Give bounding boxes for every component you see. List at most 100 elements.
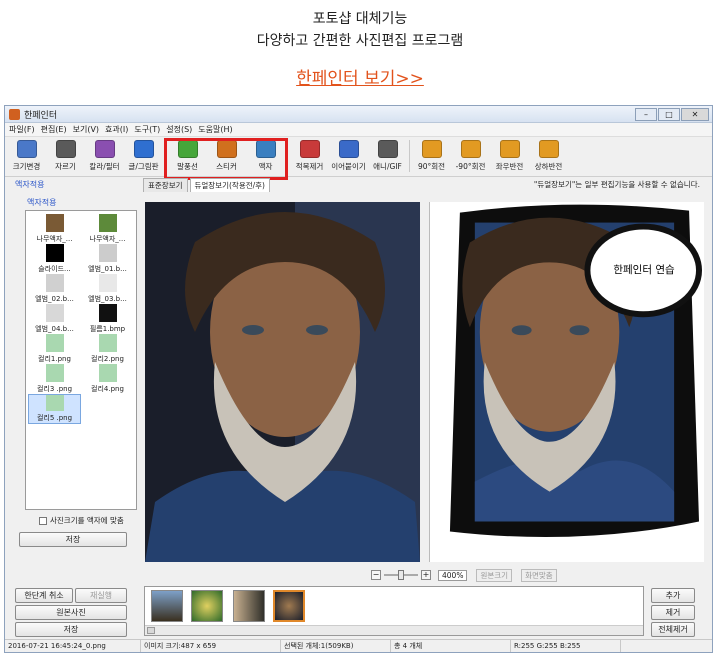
palette-icon <box>94 140 115 158</box>
window-title: 한페인터 <box>24 110 58 121</box>
menu-tools[interactable]: 도구(T) <box>134 123 160 136</box>
frame-thumbnail-icon <box>98 214 117 232</box>
zoom-slider[interactable] <box>384 570 418 580</box>
stitch-tool[interactable]: 이어붙이기 <box>329 140 368 176</box>
frame-thumbnail-icon <box>98 364 117 382</box>
zoom-out-button[interactable]: − <box>371 570 381 580</box>
frame-list-label: 엘범_02.b... <box>35 295 74 303</box>
before-image[interactable] <box>145 202 420 562</box>
frame-list-item[interactable]: 필름1.bmp <box>81 304 134 334</box>
frame-list-label: 슬라이드... <box>38 265 71 273</box>
frame-list-item[interactable]: 컬리5 .png <box>28 394 81 424</box>
status-selected: 선택된 개체:1(509KB) <box>281 640 391 652</box>
thumbnail-4[interactable] <box>273 590 305 622</box>
frame-list-item[interactable]: 컬리1.png <box>28 334 81 364</box>
frame-list-item[interactable]: 컬리4.png <box>81 364 134 394</box>
frame-thumbnail-icon <box>45 395 64 411</box>
promo-line-2: 다양하고 간편한 사진편집 프로그램 <box>256 33 464 49</box>
rotate-cw-tool[interactable]: 90°회전 <box>412 140 451 176</box>
menu-settings[interactable]: 설정(S) <box>166 123 192 136</box>
frame-list[interactable]: 나무액자_... 나무액자_... 슬라이드... 엘범_01.b... 엘범_02.b… <box>25 210 137 510</box>
tab-standard-view[interactable]: 표준장보기 <box>143 178 188 192</box>
frame-list-item[interactable]: 컬리3 .png <box>28 364 81 394</box>
frame-list-item[interactable]: 엘범_02.b... <box>28 274 81 304</box>
status-bar: 2016-07-21 16:45:24_0.png 이미지 크기:487 x 6… <box>5 639 712 652</box>
app-window: 한페인터 – □ ✕ 파일(F) 편집(E) 보기(V) 효과(I) 도구(T)… <box>4 105 713 653</box>
original-size-button[interactable]: 원본크기 <box>476 568 513 582</box>
undo-button[interactable]: 한단계 취소 <box>15 588 73 603</box>
tab-dual-view[interactable]: 듀얼장보기(작용전/후) <box>189 178 270 192</box>
zoom-in-button[interactable]: + <box>421 570 431 580</box>
rotate-ccw-icon <box>460 140 481 158</box>
red-eye-tool[interactable]: 적목제거 <box>290 140 329 176</box>
gif-icon <box>377 140 398 158</box>
frame-thumbnail-icon <box>45 334 64 352</box>
frame-list-item[interactable]: 엘범_03.b... <box>81 274 134 304</box>
rotate-cw-icon <box>421 140 442 158</box>
zoom-slider-thumb[interactable] <box>398 570 404 580</box>
checkbox-box[interactable] <box>39 516 47 525</box>
minimize-button[interactable]: – <box>635 107 657 121</box>
resize-tool[interactable]: 크기변경 <box>7 140 46 176</box>
menu-help[interactable]: 도움말(H) <box>198 123 232 136</box>
frame-list-item[interactable]: 엘범_04.b... <box>28 304 81 334</box>
crop-tool[interactable]: 자르기 <box>46 140 85 176</box>
toolbar-separator <box>409 140 410 172</box>
maximize-button[interactable]: □ <box>658 107 680 121</box>
close-button[interactable]: ✕ <box>681 107 709 121</box>
rotate-ccw-tool[interactable]: -90°회전 <box>451 140 490 176</box>
bottom-save-button[interactable]: 저장 <box>15 622 127 637</box>
fit-frame-checkbox[interactable]: 사진크기를 액자에 맞춤 <box>39 515 124 526</box>
frame-list-item[interactable]: 나무액자_... <box>28 214 81 244</box>
flip-horizontal-icon <box>499 140 520 158</box>
fit-screen-button[interactable]: 화면맞춤 <box>521 568 557 582</box>
status-file: 2016-07-21 16:45:24_0.png <box>5 640 141 652</box>
thumbnail-2[interactable] <box>191 590 223 622</box>
after-image[interactable]: 한페인터 연습 <box>429 202 704 562</box>
paint-icon <box>133 140 154 158</box>
panel-title: 액자적용 <box>15 180 45 189</box>
status-rgb: R:255 G:255 B:255 <box>511 640 621 652</box>
gif-tool[interactable]: 애니/GIF <box>368 140 407 176</box>
flip-horizontal-tool[interactable]: 좌우반전 <box>490 140 529 176</box>
frame-list-item[interactable]: 슬라이드... <box>28 244 81 274</box>
frame-list-label: 엘범_04.b... <box>35 325 74 333</box>
menu-effects[interactable]: 효과(I) <box>105 123 128 136</box>
menu-view[interactable]: 보기(V) <box>73 123 99 136</box>
flip-vertical-icon <box>538 140 559 158</box>
remove-all-button[interactable]: 전체제거 <box>651 622 695 637</box>
stitch-icon <box>338 140 359 158</box>
frame-thumbnail-icon <box>45 274 64 292</box>
thumbnail-1[interactable] <box>151 590 183 622</box>
frame-list-item[interactable]: 컬리2.png <box>81 334 134 364</box>
menu-edit[interactable]: 편집(E) <box>41 123 67 136</box>
frame-list-label: 나무액자_... <box>89 235 126 243</box>
panel-save-button[interactable]: 저장 <box>19 532 127 547</box>
menu-bar: 파일(F) 편집(E) 보기(V) 효과(I) 도구(T) 설정(S) 도움말(… <box>5 123 712 137</box>
frame-list-label: 엘범_03.b... <box>88 295 127 303</box>
text-draw-tool[interactable]: 글/그림판 <box>124 140 163 176</box>
color-filter-tool[interactable]: 칼라/필터 <box>85 140 124 176</box>
menu-file[interactable]: 파일(F) <box>9 123 35 136</box>
frame-list-item[interactable]: 나무액자_... <box>81 214 134 244</box>
crop-icon <box>55 140 76 158</box>
view-tabs: 표준장보기 듀얼장보기(작용전/후) <box>143 178 272 192</box>
redo-button[interactable]: 재실행 <box>75 588 127 603</box>
frame-list-label: 나무액자_... <box>36 235 73 243</box>
frame-thumbnail-icon <box>45 244 64 262</box>
frame-thumbnail-icon <box>45 364 64 382</box>
add-button[interactable]: 추가 <box>651 588 695 603</box>
resize-icon <box>16 140 37 158</box>
title-bar: 한페인터 – □ ✕ <box>5 106 712 123</box>
flip-vertical-tool[interactable]: 상하반전 <box>529 140 568 176</box>
frame-thumbnail-icon <box>45 304 64 322</box>
view-hanpainter-link[interactable]: 한페인터 보기>> <box>0 64 720 89</box>
thumbnail-3[interactable] <box>233 590 265 622</box>
scrollbar-thumb[interactable] <box>147 627 155 634</box>
frame-list-item[interactable]: 엘범_01.b... <box>81 244 134 274</box>
thumbnail-strip <box>144 586 644 636</box>
remove-button[interactable]: 제거 <box>651 605 695 620</box>
thumbnail-scrollbar[interactable] <box>145 625 643 635</box>
original-photo-button[interactable]: 원본사진 <box>15 605 127 620</box>
frame-list-label: 컬리5 .png <box>36 414 73 422</box>
